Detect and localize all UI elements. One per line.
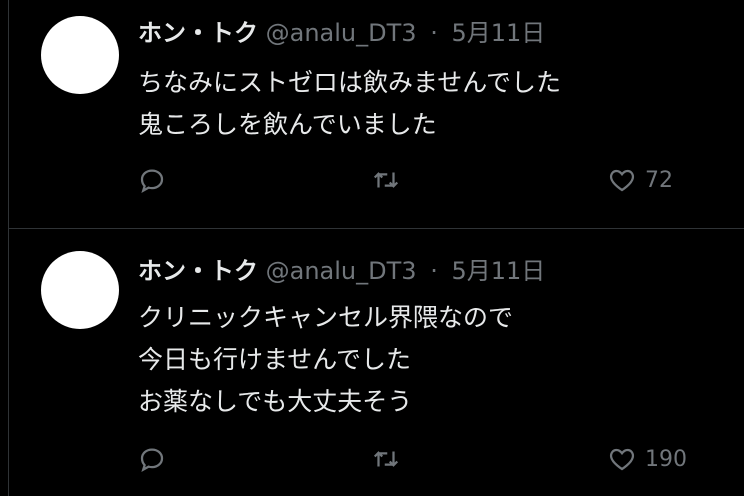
- tweet-date[interactable]: 5月11日: [451, 19, 545, 47]
- retweet-button[interactable]: [371, 439, 401, 479]
- tweet-text: ちなみにストゼロは飲みませんでした 鬼ころしを飲んでいました: [138, 68, 562, 139]
- user-handle[interactable]: @analu_DT3: [266, 19, 417, 47]
- heart-icon: [609, 169, 635, 192]
- retweet-icon: [373, 451, 399, 467]
- tweet-actions: 72: [9, 160, 744, 200]
- display-name[interactable]: ホン・トク: [138, 19, 258, 47]
- like-count: 190: [645, 446, 687, 472]
- header-separator: ·: [430, 257, 438, 285]
- tweet-header: ホン・トク @analu_DT3 · 5月11日: [138, 16, 545, 50]
- reply-icon: [140, 169, 164, 193]
- like-button[interactable]: 190: [607, 439, 687, 479]
- like-count: 72: [645, 167, 673, 193]
- tweet[interactable]: ホン・トク @analu_DT3 · 5月11日 ちなみにストゼロは飲みませんで…: [9, 0, 744, 228]
- timeline: ホン・トク @analu_DT3 · 5月11日 ちなみにストゼロは飲みませんで…: [0, 0, 744, 496]
- reply-icon: [140, 448, 164, 472]
- heart-icon: [609, 448, 635, 471]
- header-separator: ·: [430, 19, 438, 47]
- reply-button[interactable]: [137, 439, 167, 479]
- avatar[interactable]: [41, 16, 119, 94]
- tweet-actions: 190: [9, 439, 744, 479]
- tweet[interactable]: ホン・トク @analu_DT3 · 5月11日 クリニックキャンセル界隈なので…: [9, 229, 744, 496]
- user-handle[interactable]: @analu_DT3: [266, 257, 417, 285]
- tweet-text: クリニックキャンセル界隈なので 今日も行けませんでした お薬なしでも大丈夫そう: [138, 303, 514, 416]
- like-button[interactable]: 72: [607, 160, 673, 200]
- retweet-icon: [373, 172, 399, 188]
- reply-button[interactable]: [137, 160, 167, 200]
- tweet-header: ホン・トク @analu_DT3 · 5月11日: [138, 254, 545, 288]
- avatar[interactable]: [41, 251, 119, 329]
- tweet-date[interactable]: 5月11日: [451, 257, 545, 285]
- retweet-button[interactable]: [371, 160, 401, 200]
- display-name[interactable]: ホン・トク: [138, 257, 258, 285]
